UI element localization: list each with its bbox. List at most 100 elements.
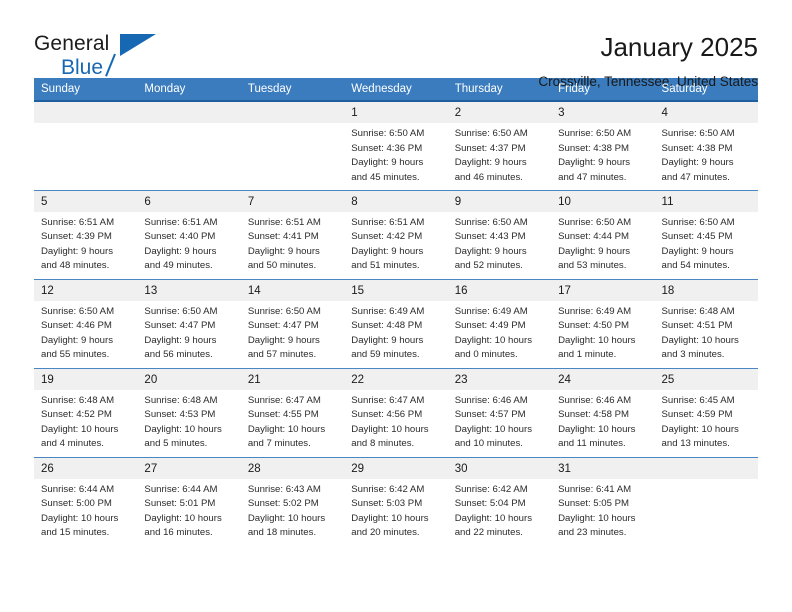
sunrise-time: Sunrise: 6:51 AM <box>247 216 321 228</box>
sunrise-time: Sunrise: 6:44 AM <box>41 483 115 495</box>
daylight-duration-line1: Daylight: 10 hours <box>558 512 636 524</box>
day-details: Sunrise: 6:50 AM Sunset: 4:36 PM Daylight:… <box>344 123 447 185</box>
calendar-day-cell[interactable]: 16 Sunrise: 6:49 AM Sunset: 4:49 PM Dayligh… <box>447 278 552 368</box>
daylight-duration-line2: and 54 minutes. <box>661 260 730 272</box>
day-number <box>137 102 241 123</box>
day-details: Sunrise: 6:50 AM Sunset: 4:46 PM Daylight:… <box>34 301 137 363</box>
calendar-day-cell[interactable]: 21 Sunrise: 6:47 AM Sunset: 4:55 PM Dayligh… <box>240 367 345 457</box>
daylight-duration-line2: and 7 minutes. <box>247 438 311 450</box>
day-details: Sunrise: 6:50 AM Sunset: 4:43 PM Daylight:… <box>448 212 551 274</box>
daylight-duration-line2: and 48 minutes. <box>41 260 110 272</box>
daylight-duration-line1: Daylight: 10 hours <box>454 423 533 435</box>
day-number: 27 <box>137 457 241 479</box>
calendar-day-cell[interactable]: 7 Sunrise: 6:51 AM Sunset: 4:41 PM Daylight… <box>240 189 345 279</box>
day-details: Sunrise: 6:44 AM Sunset: 5:00 PM Daylight:… <box>34 479 137 541</box>
day-details: Sunrise: 6:46 AM Sunset: 4:58 PM Daylight:… <box>551 390 654 452</box>
daylight-duration-line2: and 49 minutes. <box>144 260 213 272</box>
sunset-time: Sunset: 4:42 PM <box>351 231 423 243</box>
sunrise-time: Sunrise: 6:49 AM <box>351 305 425 317</box>
day-number: 6 <box>137 190 241 212</box>
calendar-day-cell[interactable]: 17 Sunrise: 6:49 AM Sunset: 4:50 PM Dayligh… <box>551 278 655 368</box>
day-details: Sunrise: 6:46 AM Sunset: 4:57 PM Daylight:… <box>448 390 551 452</box>
calendar-day-cell[interactable]: 6 Sunrise: 6:51 AM Sunset: 4:40 PM Daylight… <box>137 189 241 279</box>
calendar-day-cell[interactable]: 1 Sunrise: 6:50 AM Sunset: 4:36 PM Daylight… <box>344 101 448 190</box>
calendar-day-cell[interactable]: 24 Sunrise: 6:46 AM Sunset: 4:58 PM Dayligh… <box>551 367 655 457</box>
daylight-duration-line1: Daylight: 10 hours <box>144 512 222 524</box>
daylight-duration-line1: Daylight: 9 hours <box>144 334 217 346</box>
calendar-day-cell-empty <box>654 456 758 546</box>
sunset-time: Sunset: 5:02 PM <box>247 498 319 510</box>
sunrise-time: Sunrise: 6:42 AM <box>351 483 425 495</box>
day-details: Sunrise: 6:49 AM Sunset: 4:50 PM Daylight:… <box>551 301 654 363</box>
calendar-day-cell[interactable]: 18 Sunrise: 6:48 AM Sunset: 4:51 PM Dayligh… <box>654 278 758 368</box>
calendar-day-cell[interactable]: 26 Sunrise: 6:44 AM Sunset: 5:00 PM Dayligh… <box>34 456 138 546</box>
calendar-day-cell[interactable]: 27 Sunrise: 6:44 AM Sunset: 5:01 PM Dayligh… <box>137 456 241 546</box>
daylight-duration-line1: Daylight: 9 hours <box>247 245 320 257</box>
calendar-day-cell[interactable]: 4 Sunrise: 6:50 AM Sunset: 4:38 PM Daylight… <box>654 101 758 190</box>
calendar-day-cell[interactable]: 5 Sunrise: 6:51 AM Sunset: 4:39 PM Daylight… <box>34 189 138 279</box>
calendar-day-cell[interactable]: 9 Sunrise: 6:50 AM Sunset: 4:43 PM Daylight… <box>447 189 552 279</box>
calendar-day-cell[interactable]: 31 Sunrise: 6:41 AM Sunset: 5:05 PM Dayligh… <box>551 456 655 546</box>
calendar-day-cell[interactable]: 15 Sunrise: 6:49 AM Sunset: 4:48 PM Dayligh… <box>344 278 448 368</box>
general-blue-logo[interactable]: General Blue <box>34 30 214 82</box>
calendar-day-cell[interactable]: 29 Sunrise: 6:42 AM Sunset: 5:03 PM Dayligh… <box>344 456 448 546</box>
daylight-duration-line2: and 47 minutes. <box>558 171 627 183</box>
daylight-duration-line1: Daylight: 10 hours <box>351 423 429 435</box>
day-number: 20 <box>137 368 241 390</box>
calendar-week-row: 26 Sunrise: 6:44 AM Sunset: 5:00 PM Dayligh… <box>34 456 758 546</box>
sunrise-time: Sunrise: 6:50 AM <box>144 305 218 317</box>
daylight-duration-line1: Daylight: 10 hours <box>454 512 533 524</box>
daylight-duration-line2: and 51 minutes. <box>351 260 420 272</box>
day-number: 12 <box>34 279 138 301</box>
day-details: Sunrise: 6:42 AM Sunset: 5:04 PM Daylight:… <box>448 479 551 541</box>
sunrise-time: Sunrise: 6:49 AM <box>558 305 632 317</box>
daylight-duration-line1: Daylight: 10 hours <box>558 423 636 435</box>
sunset-time: Sunset: 4:44 PM <box>558 231 630 243</box>
sunset-time: Sunset: 4:46 PM <box>41 320 112 332</box>
calendar-day-cell[interactable]: 2 Sunrise: 6:50 AM Sunset: 4:37 PM Daylight… <box>447 101 552 190</box>
calendar-day-cell-empty <box>34 101 138 190</box>
sunrise-time: Sunrise: 6:51 AM <box>351 216 425 228</box>
sunset-time: Sunset: 5:01 PM <box>144 498 216 510</box>
calendar-day-cell[interactable]: 10 Sunrise: 6:50 AM Sunset: 4:44 PM Dayligh… <box>551 189 655 279</box>
day-number: 8 <box>344 190 448 212</box>
sunset-time: Sunset: 4:39 PM <box>41 231 112 243</box>
calendar-day-cell[interactable]: 13 Sunrise: 6:50 AM Sunset: 4:47 PM Dayligh… <box>137 278 241 368</box>
sunrise-time: Sunrise: 6:50 AM <box>558 216 632 228</box>
sunrise-time: Sunrise: 6:45 AM <box>661 394 735 406</box>
day-number: 10 <box>551 190 655 212</box>
calendar-day-cell[interactable]: 14 Sunrise: 6:50 AM Sunset: 4:47 PM Dayligh… <box>240 278 345 368</box>
daylight-duration-line1: Daylight: 9 hours <box>661 157 734 169</box>
day-number: 15 <box>344 279 448 301</box>
triangle-flag-icon <box>120 34 156 56</box>
sunrise-time: Sunrise: 6:51 AM <box>41 216 115 228</box>
column-header-tuesday: Tuesday <box>240 78 345 102</box>
day-details: Sunrise: 6:50 AM Sunset: 4:44 PM Daylight:… <box>551 212 654 274</box>
calendar-day-cell[interactable]: 3 Sunrise: 6:50 AM Sunset: 4:38 PM Daylight… <box>551 101 655 190</box>
sunrise-time: Sunrise: 6:50 AM <box>661 128 735 139</box>
calendar-day-cell[interactable]: 28 Sunrise: 6:43 AM Sunset: 5:02 PM Dayligh… <box>240 456 345 546</box>
sunrise-sunset-calendar: Sunday Monday Tuesday Wednesday Thursday… <box>34 78 758 546</box>
calendar-day-cell[interactable]: 23 Sunrise: 6:46 AM Sunset: 4:57 PM Dayligh… <box>447 367 552 457</box>
calendar-day-cell[interactable]: 30 Sunrise: 6:42 AM Sunset: 5:04 PM Dayligh… <box>447 456 552 546</box>
sunrise-time: Sunrise: 6:48 AM <box>661 305 735 317</box>
calendar-day-cell[interactable]: 20 Sunrise: 6:48 AM Sunset: 4:53 PM Dayligh… <box>137 367 241 457</box>
page-header: General Blue January 2025 Crossville, Te… <box>34 0 758 89</box>
daylight-duration-line2: and 4 minutes. <box>41 438 104 450</box>
day-details: Sunrise: 6:44 AM Sunset: 5:01 PM Daylight:… <box>137 479 240 541</box>
day-details: Sunrise: 6:50 AM Sunset: 4:38 PM Daylight:… <box>551 123 654 185</box>
daylight-duration-line1: Daylight: 10 hours <box>661 334 739 346</box>
calendar-day-cell[interactable]: 12 Sunrise: 6:50 AM Sunset: 4:46 PM Dayligh… <box>34 278 138 368</box>
calendar-day-cell[interactable]: 22 Sunrise: 6:47 AM Sunset: 4:56 PM Dayligh… <box>344 367 448 457</box>
sunrise-time: Sunrise: 6:50 AM <box>247 305 321 317</box>
calendar-day-cell[interactable]: 25 Sunrise: 6:45 AM Sunset: 4:59 PM Dayligh… <box>654 367 758 457</box>
day-number: 14 <box>240 279 345 301</box>
calendar-day-cell[interactable]: 8 Sunrise: 6:51 AM Sunset: 4:42 PM Daylight… <box>344 189 448 279</box>
sunset-time: Sunset: 5:04 PM <box>454 498 526 510</box>
sunrise-time: Sunrise: 6:50 AM <box>558 128 632 139</box>
calendar-page: General Blue January 2025 Crossville, Te… <box>0 0 792 612</box>
day-number: 2 <box>447 102 552 123</box>
calendar-day-cell[interactable]: 11 Sunrise: 6:50 AM Sunset: 4:45 PM Dayligh… <box>654 189 758 279</box>
calendar-day-cell[interactable]: 19 Sunrise: 6:48 AM Sunset: 4:52 PM Dayligh… <box>34 367 138 457</box>
sunset-time: Sunset: 4:38 PM <box>558 142 630 154</box>
